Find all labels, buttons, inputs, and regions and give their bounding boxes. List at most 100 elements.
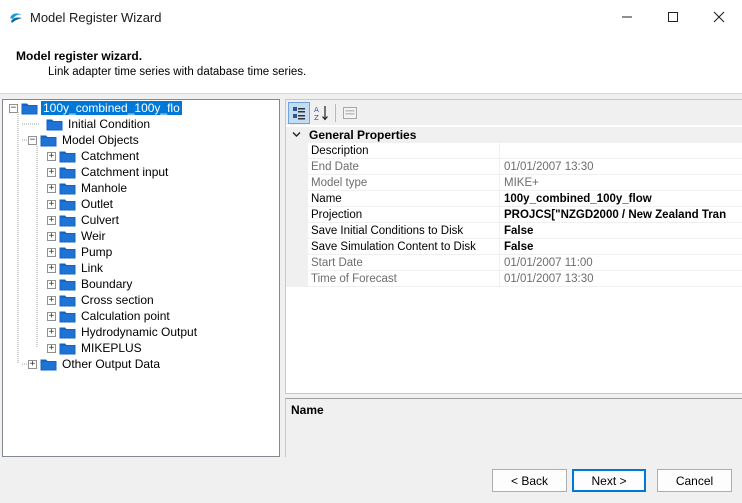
expand-icon[interactable]: + [47, 247, 56, 257]
tree-node-mikeplus[interactable]: + MIKEPLUS [47, 340, 144, 356]
property-value[interactable]: False [500, 239, 742, 255]
property-row[interactable]: End Date 01/01/2007 13:30 [286, 159, 742, 175]
tree-node-manhole[interactable]: + Manhole [47, 180, 129, 196]
tree-node-label[interactable]: Hydrodynamic Output [79, 325, 199, 339]
folder-icon [59, 151, 76, 163]
property-name[interactable]: Start Date [308, 255, 500, 271]
tree-node-label[interactable]: Cross section [79, 293, 156, 307]
alphabetical-sort-button[interactable]: A Z [311, 102, 333, 124]
tree-node-label[interactable]: MIKEPLUS [79, 341, 144, 355]
tree-node-label[interactable]: Manhole [79, 181, 129, 195]
property-value[interactable]: 01/01/2007 13:30 [500, 159, 742, 175]
tree-node-weir[interactable]: + Weir [47, 228, 107, 244]
tree-node-label[interactable]: Other Output Data [60, 357, 162, 371]
expand-icon[interactable]: + [47, 199, 56, 209]
tree-node-initial-condition[interactable]: Initial Condition [43, 116, 152, 132]
property-name[interactable]: Description [308, 143, 500, 159]
property-row[interactable]: Start Date 01/01/2007 11:00 [286, 255, 742, 271]
tree-node-label[interactable]: Link [79, 261, 105, 275]
property-value[interactable]: 100y_combined_100y_flow [500, 191, 742, 207]
property-value[interactable] [500, 143, 742, 159]
tree-node-outlet[interactable]: + Outlet [47, 196, 115, 212]
property-name[interactable]: Model type [308, 175, 500, 191]
expand-icon[interactable]: + [47, 167, 56, 177]
property-name[interactable]: Save Simulation Content to Disk [308, 239, 500, 255]
property-pages-button[interactable] [339, 102, 361, 124]
folder-icon [59, 167, 76, 179]
property-name[interactable]: Save Initial Conditions to Disk [308, 223, 500, 239]
tree-node-label[interactable]: Boundary [79, 277, 134, 291]
category-label: General Properties [309, 128, 417, 142]
property-value[interactable]: MIKE+ [500, 175, 742, 191]
tree-node-label[interactable]: Catchment [79, 149, 141, 163]
category-general-properties[interactable]: General Properties [286, 127, 742, 143]
sort-az-icon: A Z [314, 106, 328, 122]
tree-node-catchment[interactable]: + Catchment [47, 148, 141, 164]
tree-node-cross-section[interactable]: + Cross section [47, 292, 156, 308]
expand-icon[interactable]: + [47, 231, 56, 241]
tree-node-label[interactable]: Pump [79, 245, 114, 259]
close-button[interactable] [696, 0, 742, 34]
model-tree[interactable]: − 100y_combined_100y_flo Initial Conditi… [2, 99, 280, 457]
property-row[interactable]: Model type MIKE+ [286, 175, 742, 191]
tree-node-label[interactable]: Catchment input [79, 165, 170, 179]
tree-node-label[interactable]: Calculation point [79, 309, 172, 323]
expand-icon[interactable]: + [47, 327, 56, 337]
expand-icon[interactable]: + [47, 279, 56, 289]
tree-node-label[interactable]: Weir [79, 229, 107, 243]
property-row[interactable]: Save Simulation Content to Disk False [286, 239, 742, 255]
tree-node-catchment-input[interactable]: + Catchment input [47, 164, 170, 180]
window-title: Model Register Wizard [30, 9, 162, 25]
tree-node-label[interactable]: Model Objects [60, 133, 141, 147]
property-row[interactable]: Name 100y_combined_100y_flow [286, 191, 742, 207]
wizard-header: Model register wizard. Link adapter time… [0, 34, 742, 94]
next-button[interactable]: Next > [572, 469, 646, 492]
tree-node-boundary[interactable]: + Boundary [47, 276, 134, 292]
property-name[interactable]: Name [308, 191, 500, 207]
tree-node-label[interactable]: 100y_combined_100y_flo [41, 101, 182, 115]
property-row[interactable]: Description [286, 143, 742, 159]
expand-icon[interactable]: + [28, 359, 37, 369]
tree-node-root[interactable]: − 100y_combined_100y_flo [9, 100, 182, 116]
expand-icon[interactable]: + [47, 343, 56, 353]
folder-icon [59, 247, 76, 259]
collapse-icon[interactable]: − [28, 135, 37, 145]
toolbar-separator [335, 104, 336, 122]
row-gutter [286, 271, 308, 287]
property-name[interactable]: Projection [308, 207, 500, 223]
property-grid[interactable]: General Properties Description End Date 01… [285, 125, 742, 394]
chevron-down-icon[interactable] [286, 130, 306, 141]
tree-node-label[interactable]: Outlet [79, 197, 115, 211]
property-name[interactable]: Time of Forecast [308, 271, 500, 287]
expand-icon[interactable]: + [47, 311, 56, 321]
expand-icon[interactable]: + [47, 263, 56, 273]
tree-node-pump[interactable]: + Pump [47, 244, 114, 260]
tree-node-calculation-point[interactable]: + Calculation point [47, 308, 172, 324]
property-name[interactable]: End Date [308, 159, 500, 175]
tree-node-culvert[interactable]: + Culvert [47, 212, 121, 228]
tree-node-label[interactable]: Initial Condition [66, 117, 152, 131]
expand-icon[interactable]: + [47, 183, 56, 193]
tree-node-link[interactable]: + Link [47, 260, 105, 276]
property-value[interactable]: 01/01/2007 11:00 [500, 255, 742, 271]
tree-node-other-output[interactable]: + Other Output Data [28, 356, 162, 372]
property-value[interactable]: False [500, 223, 742, 239]
maximize-button[interactable] [650, 0, 696, 34]
collapse-icon[interactable]: − [9, 103, 18, 113]
tree-node-model-objects[interactable]: − Model Objects [28, 132, 141, 148]
expand-icon[interactable]: + [47, 215, 56, 225]
expand-icon[interactable]: + [47, 151, 56, 161]
folder-icon [59, 343, 76, 355]
property-row[interactable]: Projection PROJCS["NZGD2000 / New Zealand… [286, 207, 742, 223]
tree-node-hydrodynamic-output[interactable]: + Hydrodynamic Output [47, 324, 199, 340]
property-value[interactable]: PROJCS["NZGD2000 / New Zealand Tran [500, 207, 742, 223]
property-row[interactable]: Time of Forecast 01/01/2007 13:30 [286, 271, 742, 287]
property-row[interactable]: Save Initial Conditions to Disk False [286, 223, 742, 239]
property-value[interactable]: 01/01/2007 13:30 [500, 271, 742, 287]
categorized-view-button[interactable] [288, 102, 310, 124]
expand-icon[interactable]: + [47, 295, 56, 305]
back-button[interactable]: < Back [492, 469, 567, 492]
cancel-button[interactable]: Cancel [657, 469, 732, 492]
tree-node-label[interactable]: Culvert [79, 213, 121, 227]
minimize-button[interactable] [604, 0, 650, 34]
